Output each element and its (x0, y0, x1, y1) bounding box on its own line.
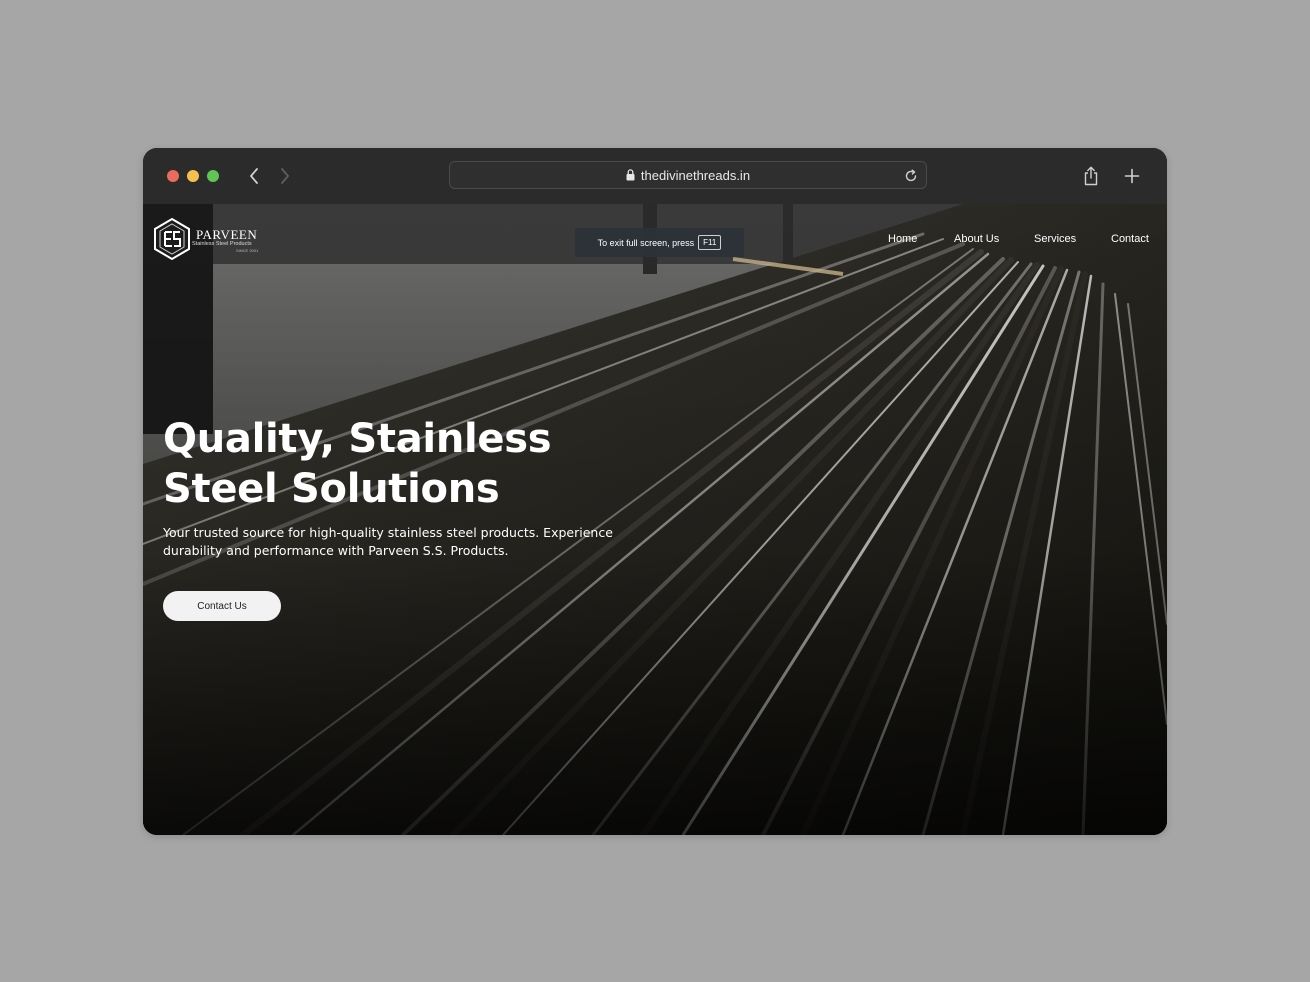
nav-services[interactable]: Services (1034, 233, 1076, 245)
site-logo[interactable]: PARVEEN Stainless Steel Products SINCE 2… (152, 217, 272, 263)
share-icon (1084, 166, 1098, 186)
chevron-left-icon (250, 168, 258, 184)
hero-title: Quality, Stainless Steel Solutions (163, 414, 683, 514)
back-button[interactable] (244, 165, 264, 187)
forward-button[interactable] (275, 165, 295, 187)
logo-subtitle: Stainless Steel Products (192, 241, 252, 247)
nav-about-us[interactable]: About Us (954, 233, 999, 245)
reload-button[interactable] (904, 168, 918, 187)
url-display: thedivinethreads.in (450, 168, 926, 183)
fullscreen-notice-text: To exit full screen, press (597, 237, 695, 248)
hero-subtitle: Your trusted source for high-quality sta… (163, 525, 613, 558)
zoom-window-button[interactable] (207, 170, 219, 182)
reload-icon (905, 169, 917, 182)
browser-toolbar: thedivinethreads.in (143, 148, 1167, 204)
nav-contact[interactable]: Contact (1111, 233, 1149, 245)
address-bar[interactable]: thedivinethreads.in (449, 161, 927, 189)
hero-title-line-1: Quality, Stainless (163, 416, 552, 462)
share-button[interactable] (1083, 166, 1099, 190)
steel-rods-background-image (143, 204, 1167, 835)
parveen-hexagon-logo-icon (154, 217, 190, 261)
chevron-right-icon (281, 168, 289, 184)
lock-icon (626, 169, 635, 181)
new-tab-button[interactable] (1124, 168, 1140, 188)
fullscreen-key-badge: F11 (698, 235, 722, 250)
nav-home[interactable]: Home (888, 233, 917, 245)
logo-tagline: SINCE 2001 (236, 248, 259, 253)
contact-us-button[interactable]: Contact Us (163, 591, 281, 621)
page-viewport: PARVEEN Stainless Steel Products SINCE 2… (143, 204, 1167, 835)
fullscreen-notice: To exit full screen, press F11 (575, 228, 744, 257)
plus-icon (1124, 168, 1140, 184)
minimize-window-button[interactable] (187, 170, 199, 182)
url-text: thedivinethreads.in (640, 168, 751, 183)
hero-title-line-2: Steel Solutions (163, 466, 500, 512)
browser-window: thedivinethreads.in PARVEEN Stainless St… (143, 148, 1167, 835)
close-window-button[interactable] (167, 170, 179, 182)
